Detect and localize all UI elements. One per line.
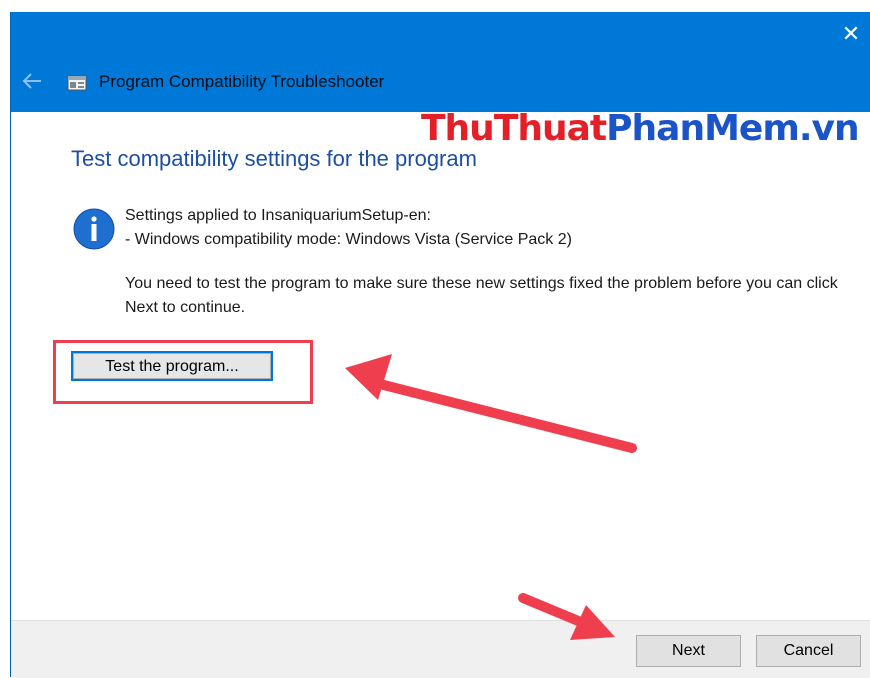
footer-bar: Next Cancel — [11, 620, 870, 678]
settings-line-2: - Windows compatibility mode: Windows Vi… — [125, 231, 572, 248]
info-icon — [73, 208, 115, 250]
watermark-logo: ThuThuatPhanMem.vn — [421, 108, 860, 149]
test-program-button[interactable]: Test the program... — [71, 351, 273, 381]
watermark-part: PhanMem — [606, 108, 800, 149]
troubleshooter-app-icon — [67, 75, 87, 91]
close-icon[interactable]: ✕ — [837, 20, 865, 48]
title-bar: ✕ Program Compatibility Troubleshooter — [11, 12, 870, 112]
settings-line-1: Settings applied to InsaniquariumSetup-e… — [125, 207, 431, 224]
watermark-part: Thu — [421, 108, 495, 149]
watermark-part: Thuat — [493, 108, 607, 149]
page-heading: Test compatibility settings for the prog… — [71, 146, 477, 171]
window-title: Program Compatibility Troubleshooter — [99, 72, 385, 91]
troubleshooter-window: ✕ Program Compatibility Troubleshooter T… — [10, 12, 870, 678]
cancel-button[interactable]: Cancel — [756, 635, 861, 667]
instruction-text: You need to test the program to make sur… — [125, 275, 838, 316]
watermark-part: .vn — [798, 108, 860, 149]
settings-applied-text: Settings applied to InsaniquariumSetup-e… — [125, 204, 572, 252]
next-button[interactable]: Next — [636, 635, 741, 667]
back-arrow-icon[interactable] — [21, 70, 43, 92]
